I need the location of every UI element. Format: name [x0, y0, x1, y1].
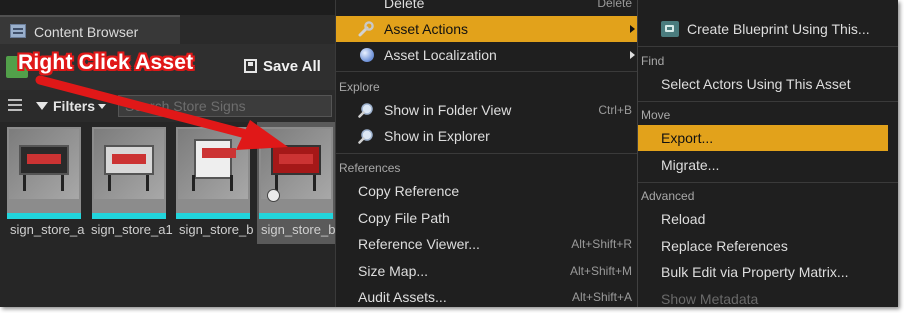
filters-label: Filters — [53, 98, 96, 114]
menu-item-show-in-explorer[interactable]: Show in Explorer — [336, 123, 638, 149]
search-input[interactable]: Search Store Signs — [118, 95, 332, 117]
asset-type-bar — [259, 213, 333, 219]
menu-item-label: Show in Folder View — [384, 102, 512, 118]
menu-item-copy-file-path[interactable]: Copy File Path — [336, 205, 638, 231]
content-browser-icon — [10, 24, 26, 38]
shortcut-label: Delete — [597, 0, 632, 10]
filter-icon — [36, 102, 48, 110]
shortcut-label: Alt+Shift+M — [569, 264, 632, 278]
annotation-label: Right Click Asset — [18, 51, 194, 74]
wrench-icon — [358, 21, 374, 37]
blueprint-icon — [661, 21, 679, 37]
content-browser-tab[interactable]: Content Browser — [0, 15, 180, 46]
menu-item-label: Copy File Path — [358, 210, 450, 226]
asset-type-bar — [7, 213, 81, 219]
menu-item-label: Reload — [661, 211, 706, 227]
section-header-references: References — [339, 161, 401, 175]
menu-divider — [336, 153, 638, 154]
top-strip — [0, 0, 335, 15]
asset-actions-submenu: Create Blueprint Using This... Find Sele… — [637, 0, 898, 307]
asset-thumbnail — [9, 129, 79, 199]
menu-item-label: Delete — [384, 0, 425, 11]
menu-item-replace-references[interactable]: Replace References — [638, 233, 898, 259]
menu-item-export[interactable]: Export... — [638, 125, 888, 151]
menu-item-bulk-edit[interactable]: Bulk Edit via Property Matrix... — [638, 259, 898, 285]
asset-tile-sign-store-b[interactable] — [176, 127, 250, 219]
asset-type-bar — [176, 213, 250, 219]
asset-context-menu: Delete Delete Asset Actions Asset Locali… — [335, 0, 638, 307]
asset-label: sign_store_b — [261, 222, 336, 237]
menu-item-label: Show in Explorer — [384, 128, 490, 144]
menu-item-show-metadata: Show Metadata — [638, 286, 898, 307]
section-header-move: Move — [641, 108, 671, 122]
content-browser-tab-title: Content Browser — [34, 24, 139, 40]
asset-type-bar — [92, 213, 166, 219]
menu-item-asset-localization[interactable]: Asset Localization — [336, 42, 638, 68]
menu-item-delete[interactable]: Delete Delete — [336, 0, 638, 16]
chevron-down-icon — [98, 104, 107, 109]
menu-item-audit-assets[interactable]: Audit Assets... Alt+Shift+A — [336, 284, 638, 307]
menu-item-label: Create Blueprint Using This... — [687, 21, 870, 37]
magnifier-icon — [358, 103, 373, 118]
asset-thumbnail — [178, 129, 248, 199]
menu-divider — [638, 101, 898, 102]
save-all-button[interactable]: Save All — [244, 58, 321, 75]
menu-item-label: Size Map... — [358, 263, 429, 279]
asset-tile-sign-store-a[interactable] — [7, 127, 81, 219]
editor-window: Content Browser Save All Filters Search … — [0, 0, 898, 307]
section-header-advanced: Advanced — [641, 189, 695, 203]
asset-label: sign_store_b — [179, 222, 254, 237]
menu-item-migrate[interactable]: Migrate... — [638, 152, 898, 178]
menu-divider — [638, 182, 898, 183]
menu-item-label: Copy Reference — [358, 183, 460, 199]
menu-item-label: Show Metadata — [661, 291, 759, 307]
section-header-find: Find — [641, 54, 665, 68]
menu-item-label: Replace References — [661, 238, 788, 254]
menu-item-label: Asset Actions — [384, 21, 469, 37]
filters-button[interactable]: Filters — [36, 98, 107, 114]
section-header-explore: Explore — [339, 80, 380, 94]
save-all-label: Save All — [263, 58, 321, 75]
menu-divider — [638, 46, 898, 47]
menu-item-label: Audit Assets... — [358, 289, 447, 305]
menu-item-label: Bulk Edit via Property Matrix... — [661, 264, 849, 280]
magnifier-icon — [358, 129, 373, 144]
asset-badge-icon — [267, 189, 280, 202]
shortcut-label: Alt+Shift+R — [571, 237, 632, 251]
asset-thumbnail — [94, 129, 164, 199]
menu-item-select-actors[interactable]: Select Actors Using This Asset — [638, 71, 898, 97]
menu-item-asset-actions[interactable]: Asset Actions — [336, 16, 638, 42]
globe-icon — [360, 48, 374, 62]
submenu-arrow-icon — [630, 25, 635, 33]
asset-label: sign_store_a — [10, 222, 85, 237]
submenu-arrow-icon — [630, 51, 635, 59]
menu-item-label: Asset Localization — [384, 47, 497, 63]
menu-divider — [336, 71, 638, 72]
save-icon — [244, 59, 257, 73]
menu-item-label: Export... — [661, 130, 714, 146]
menu-item-copy-reference[interactable]: Copy Reference — [336, 178, 638, 204]
menu-item-label: Reference Viewer... — [358, 236, 480, 252]
asset-tile-sign-store-b-selected[interactable] — [259, 127, 333, 219]
menu-item-label: Select Actors Using This Asset — [661, 76, 851, 92]
asset-grid: sign_store_a sign_store_a1 sign_store_b … — [0, 122, 335, 307]
menu-item-reload[interactable]: Reload — [638, 206, 898, 232]
shortcut-label: Alt+Shift+A — [571, 290, 632, 304]
menu-item-create-blueprint[interactable]: Create Blueprint Using This... — [638, 16, 898, 42]
menu-item-size-map[interactable]: Size Map... Alt+Shift+M — [336, 258, 638, 284]
menu-item-show-in-folder-view[interactable]: Show in Folder View Ctrl+B — [336, 97, 638, 123]
menu-item-label: Migrate... — [661, 157, 720, 173]
sources-list-icon[interactable] — [8, 99, 22, 111]
asset-label: sign_store_a1 — [91, 222, 173, 237]
asset-tile-sign-store-a1[interactable] — [92, 127, 166, 219]
menu-item-reference-viewer[interactable]: Reference Viewer... Alt+Shift+R — [336, 231, 638, 257]
shortcut-label: Ctrl+B — [598, 103, 632, 117]
